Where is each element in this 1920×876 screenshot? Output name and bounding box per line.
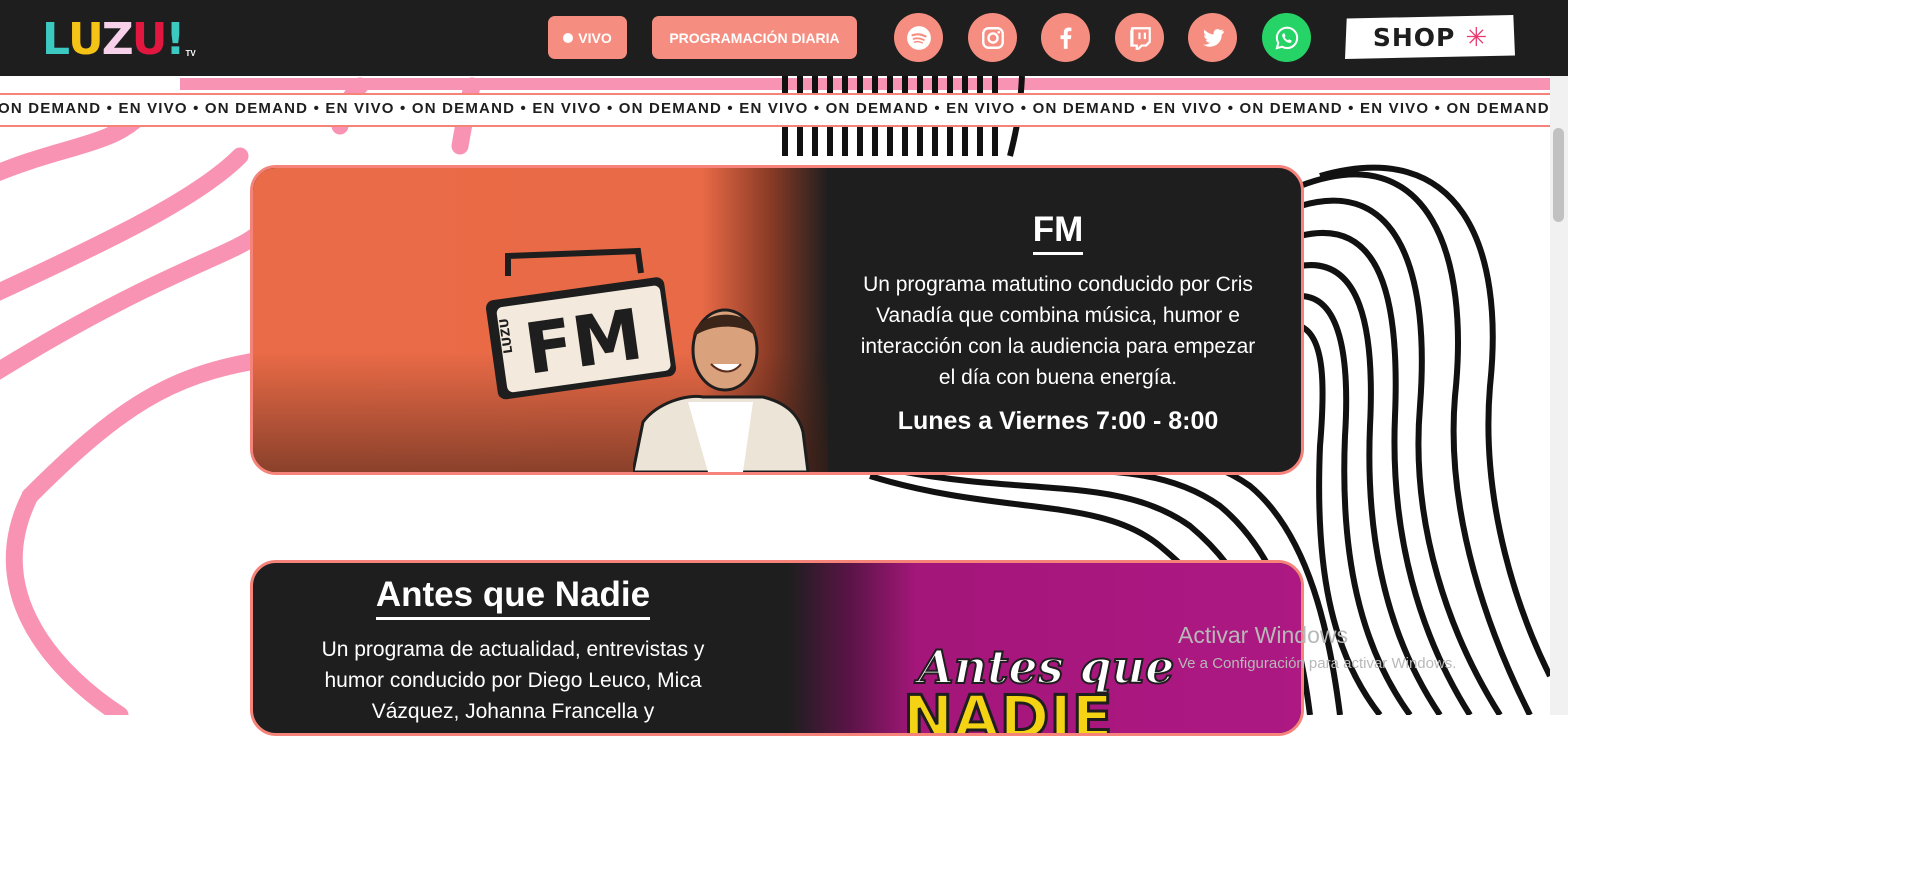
program-card-antes-que-nadie[interactable]: Antes que Nadie Un programa de actualida… — [250, 560, 1304, 736]
nadie-logo-text: NADIE — [903, 683, 1113, 733]
page-scrollbar-thumb[interactable] — [1553, 128, 1564, 222]
antes-que-nadie-info: Antes que Nadie Un programa de actualida… — [308, 575, 718, 727]
instagram-button[interactable] — [968, 13, 1017, 62]
facebook-button[interactable] — [1041, 13, 1090, 62]
program-description: Un programa matutino conducido por Cris … — [860, 273, 1256, 389]
daily-schedule-label: PROGRAMACIÓN DIARIA — [669, 29, 840, 46]
logo-letter-u2: U — [131, 14, 168, 65]
live-button-label: VIVO — [578, 29, 612, 46]
top-navigation-bar: L U Z U ! TV VIVO PROGRAMACIÓN DIARIA SH… — [0, 0, 1568, 76]
spotify-button[interactable] — [894, 13, 943, 62]
host-portrait — [633, 308, 810, 472]
logo-tv-suffix: TV — [185, 49, 196, 58]
spotify-icon — [906, 25, 931, 50]
live-dot-icon — [563, 32, 574, 43]
program-title[interactable]: FM — [1032, 210, 1084, 255]
facebook-icon — [1060, 26, 1071, 49]
logo-letter-u: U — [68, 14, 104, 65]
twitch-button[interactable] — [1115, 13, 1164, 62]
logo-letter-z: Z — [101, 14, 134, 65]
program-card-fm[interactable]: FM LUZU FM Un programa matutino conducid… — [250, 165, 1304, 475]
whatsapp-icon — [1275, 26, 1298, 49]
fm-logo-text: FM — [520, 293, 648, 391]
program-description: Un programa de actualidad, entrevistas y… — [321, 638, 705, 723]
whatsapp-button[interactable] — [1262, 13, 1311, 62]
daily-schedule-button[interactable]: PROGRAMACIÓN DIARIA — [652, 16, 857, 59]
shop-label: SHOP — [1372, 22, 1456, 52]
fm-info: FM Un programa matutino conducido por Cr… — [853, 210, 1263, 436]
sparkle-icon: ✳ — [1465, 22, 1488, 52]
twitter-button[interactable] — [1188, 13, 1237, 62]
logo-letter-exclaim: ! — [165, 14, 185, 65]
live-button[interactable]: VIVO — [548, 16, 627, 59]
fm-program-artwork: FM LUZU — [253, 168, 828, 472]
shop-button[interactable]: SHOP ✳ — [1345, 15, 1515, 59]
watermark-subtitle: Ve a Configuración para activar Windows. — [1178, 655, 1457, 672]
program-schedule: Lunes a Viernes 7:00 - 8:00 — [897, 407, 1219, 435]
twitter-icon — [1202, 28, 1224, 47]
on-demand-ticker: ON DEMAND • EN VIVO • ON DEMAND • EN VIV… — [0, 93, 1550, 127]
watermark-title: Activar Windows — [1178, 622, 1348, 648]
program-title[interactable]: Antes que Nadie — [375, 575, 651, 620]
ticker-text: ON DEMAND • EN VIVO • ON DEMAND • EN VIV… — [0, 100, 1550, 117]
logo-letter-l: L — [42, 14, 70, 65]
twitch-icon — [1129, 26, 1151, 50]
instagram-icon — [981, 26, 1004, 49]
windows-activation-watermark: Activar Windows Ve a Configuración para … — [1178, 622, 1456, 672]
luzu-tv-logo[interactable]: L U Z U ! TV — [42, 14, 196, 65]
